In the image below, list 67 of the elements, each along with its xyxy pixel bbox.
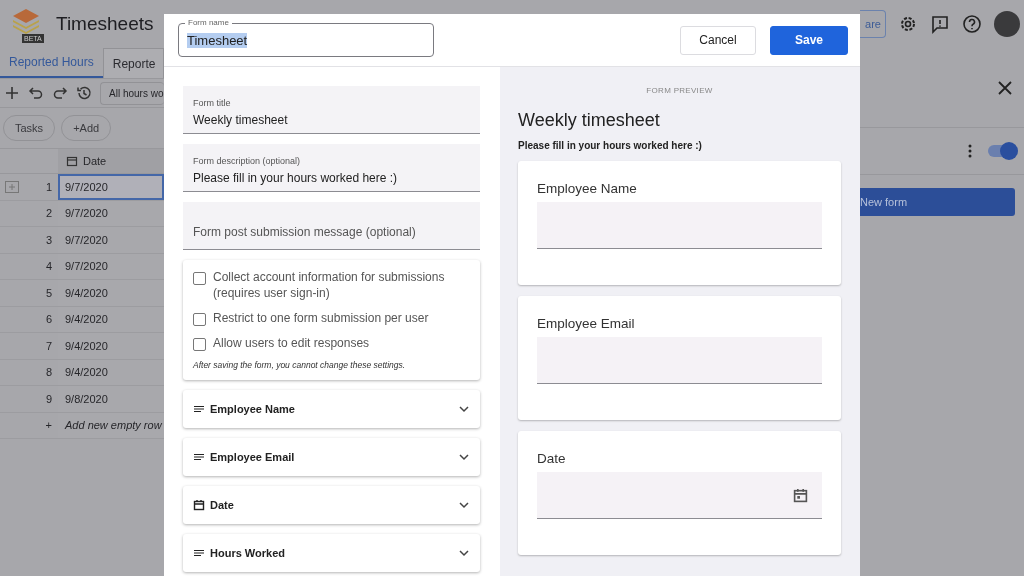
row-number: 2 [45, 207, 52, 220]
question-card[interactable]: Hours Worked [183, 534, 480, 572]
preview-description: Please fill in your hours worked here :) [518, 140, 703, 151]
row-number: 6 [45, 313, 52, 326]
chevron-down-icon[interactable] [458, 549, 470, 557]
checkbox[interactable] [193, 338, 206, 351]
column-header[interactable]: Date [58, 149, 164, 173]
row-number: 5 [45, 286, 52, 299]
question-label: Employee Email [210, 451, 296, 463]
question-label: Employee Name [537, 181, 638, 196]
calendar-icon[interactable] [793, 487, 808, 503]
settings-icon[interactable] [898, 14, 918, 34]
question-label: Date [537, 451, 567, 466]
chevron-down-icon[interactable] [458, 453, 470, 461]
question-label: Employee Name [210, 403, 296, 415]
question-label: Date [210, 499, 235, 511]
short-text-icon [193, 451, 205, 463]
chevron-down-icon[interactable] [458, 501, 470, 509]
checkbox[interactable] [193, 272, 206, 285]
question-label: Employee Email [537, 316, 636, 331]
date-field[interactable] [537, 472, 822, 519]
add-row-icon[interactable]: + [45, 419, 52, 432]
question-card[interactable]: Employee Email [183, 438, 480, 476]
question-card[interactable]: Employee Name [183, 390, 480, 428]
row-number: 9 [45, 392, 52, 405]
sheet-tab[interactable]: Reporte [102, 48, 164, 78]
preview-heading: FORM PREVIEW [645, 86, 714, 95]
column-title: Date [83, 155, 107, 167]
row-number: 7 [45, 339, 52, 352]
table-cell[interactable]: 9/7/2020 [58, 174, 164, 200]
checkbox[interactable] [193, 313, 206, 326]
row-number: 3 [45, 233, 52, 246]
help-icon[interactable] [962, 14, 982, 34]
add-icon[interactable] [4, 85, 20, 101]
undo-icon[interactable] [28, 85, 44, 101]
close-icon[interactable] [998, 80, 1012, 95]
row-number: 8 [45, 366, 52, 379]
option-label: Allow users to edit responses [213, 335, 370, 351]
question-card[interactable]: Date [183, 486, 480, 524]
row-number: 1 [45, 180, 52, 193]
toggle-switch[interactable] [988, 145, 1016, 157]
chevron-down-icon[interactable] [458, 405, 470, 413]
settings-note: After saving the form, you cannot change these settings. [193, 360, 407, 370]
feedback-icon[interactable] [930, 14, 950, 34]
history-icon[interactable] [76, 85, 92, 101]
redo-icon[interactable] [52, 85, 68, 101]
text-field[interactable]: Form description (optional) Please fill in your hours worked here :) [183, 144, 480, 192]
question-label: Hours Worked [210, 547, 286, 559]
option-label: Restrict to one form submission per user [213, 310, 429, 326]
calendar-icon [66, 155, 78, 167]
preview-title: Weekly timesheet [518, 110, 661, 131]
short-text-icon [193, 547, 205, 559]
more-icon[interactable] [968, 144, 972, 158]
avatar[interactable] [994, 11, 1020, 37]
option-label: Collect account information for submissions (requires user sign-in) [213, 269, 446, 301]
text-field[interactable]: Form title Weekly timesheet [183, 86, 480, 134]
text-field[interactable] [537, 202, 822, 249]
text-field[interactable]: Form post submission message (optional) [183, 202, 480, 250]
calendar-icon [193, 499, 205, 511]
cancel-button[interactable]: Cancel [680, 25, 756, 55]
app-title: Timesheets [56, 13, 154, 35]
new-form-button[interactable]: New form [860, 188, 1015, 216]
logo-icon [11, 7, 41, 37]
save-button[interactable]: Save [770, 25, 848, 55]
text-field[interactable] [537, 337, 822, 384]
short-text-icon [193, 403, 205, 415]
row-number: 4 [45, 260, 52, 273]
